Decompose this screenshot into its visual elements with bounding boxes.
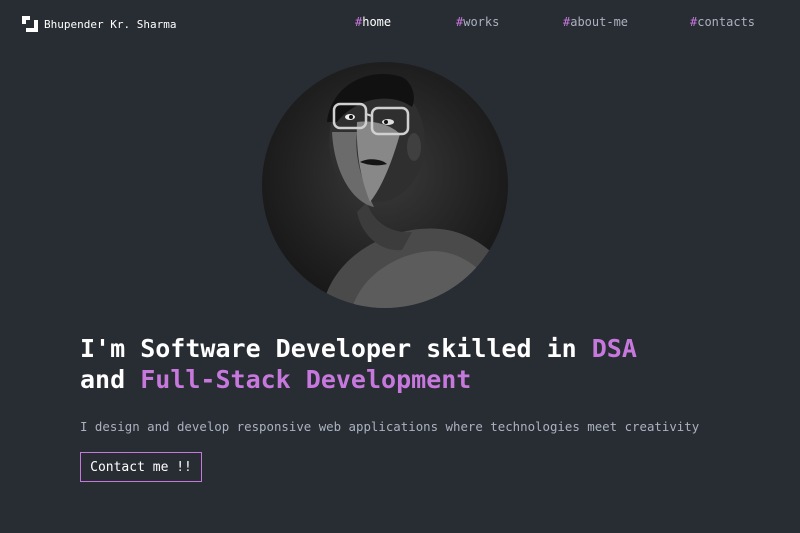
profile-photo xyxy=(262,62,508,308)
nav-label: about-me xyxy=(570,15,629,29)
nav-label: works xyxy=(463,15,500,29)
nav-link-works[interactable]: #works xyxy=(456,15,499,29)
nav-link-about-me[interactable]: #about-me xyxy=(563,15,628,29)
hero-headline: I'm Software Developer skilled in DSA and… xyxy=(80,333,760,395)
page: Bhupender Kr. Sharma #home #works #about… xyxy=(0,0,800,533)
headline-accent-dsa: DSA xyxy=(591,334,637,363)
hero-subtitle: I design and develop responsive web appl… xyxy=(80,419,700,434)
headline-text: I'm Software Developer skilled in xyxy=(80,334,592,363)
contact-me-button[interactable]: Contact me !! xyxy=(80,452,202,482)
nav-link-home[interactable]: #home xyxy=(355,15,391,29)
nav-link-contacts[interactable]: #contacts xyxy=(690,15,755,29)
main-nav: #home #works #about-me #contacts xyxy=(0,15,800,33)
nav-label: contacts xyxy=(697,15,756,29)
nav-label: home xyxy=(362,15,392,29)
headline-text: and xyxy=(80,365,141,394)
headline-accent-fullstack: Full-Stack Development xyxy=(140,365,472,394)
